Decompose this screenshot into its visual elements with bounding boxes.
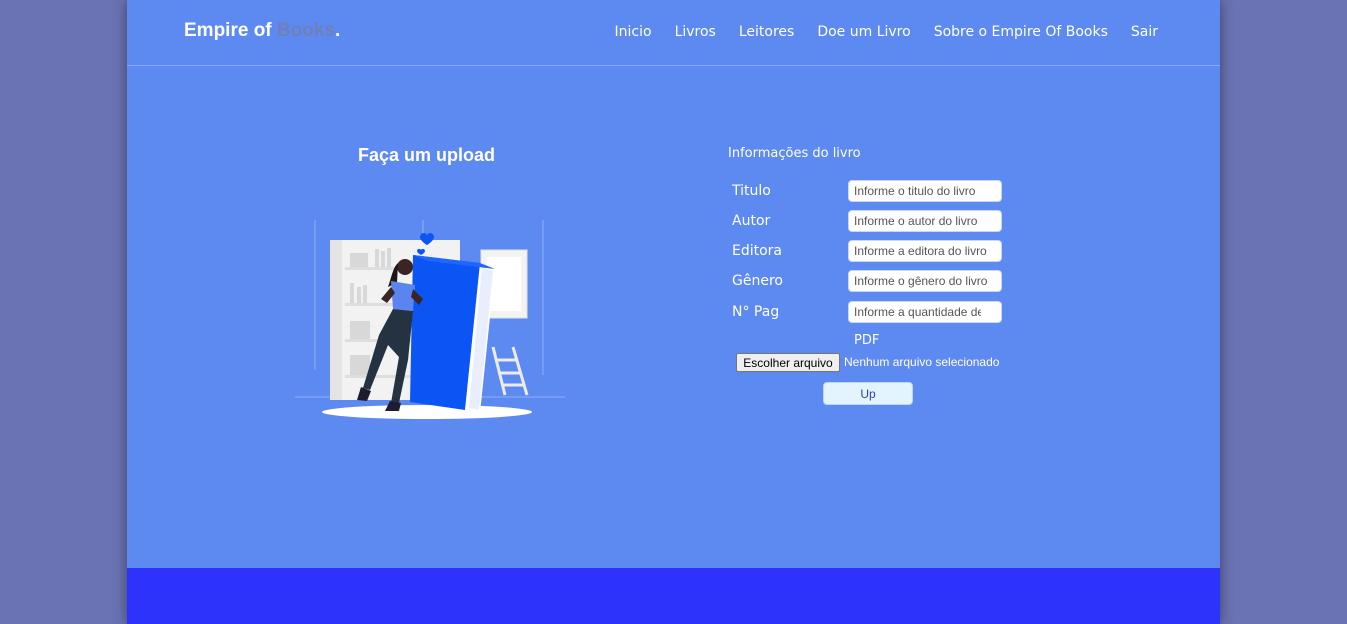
brand-suffix: .	[334, 20, 341, 41]
footer	[127, 568, 1220, 624]
nav-menu: Inicio Livros Leitores Doe um Livro Sobr…	[615, 24, 1158, 40]
upload-submit-button[interactable]: Up	[823, 382, 913, 405]
field-label-editora: Editora	[732, 243, 783, 259]
nav-link-sair[interactable]: Sair	[1131, 24, 1158, 40]
nav-link-leitores[interactable]: Leitores	[739, 24, 794, 40]
field-label-genero: Gênero	[732, 273, 783, 289]
upload-title: Faça um upload	[358, 145, 496, 165]
field-row-editora: Editora	[732, 240, 1012, 264]
navbar: Empire of Books. Inicio Livros Leitores …	[127, 0, 1220, 66]
nav-link-inicio[interactable]: Inicio	[615, 24, 652, 40]
field-label-titulo: Titulo	[732, 183, 771, 199]
field-row-autor: Autor	[732, 210, 1012, 234]
nav-link-livros[interactable]: Livros	[675, 24, 716, 40]
field-label-num-paginas: N° Pag	[732, 304, 780, 320]
brand-logo[interactable]: Empire of Books.	[184, 20, 340, 42]
field-row-num-paginas: N° Pag	[732, 301, 1012, 325]
genero-input[interactable]	[848, 270, 1002, 292]
field-row-titulo: Titulo	[732, 180, 1012, 204]
num-paginas-input[interactable]	[848, 301, 1002, 323]
nav-link-doe-um-livro[interactable]: Doe um Livro	[817, 24, 910, 40]
field-label-autor: Autor	[732, 213, 771, 229]
autor-input[interactable]	[848, 210, 1002, 232]
form-title: Informações do livro	[728, 146, 861, 161]
editora-input[interactable]	[848, 240, 1002, 262]
choose-file-button[interactable]: Escolher arquivo	[736, 353, 840, 372]
pdf-label: PDF	[854, 333, 880, 348]
brand-accent: Books	[276, 20, 335, 41]
page-container: Empire of Books. Inicio Livros Leitores …	[127, 0, 1220, 624]
titulo-input[interactable]	[848, 180, 1002, 202]
field-row-genero: Gênero	[732, 270, 1012, 294]
nav-link-sobre[interactable]: Sobre o Empire Of Books	[934, 24, 1108, 40]
brand-prefix: Empire of	[184, 20, 277, 41]
woman-leaning-on-book-illustration	[295, 220, 565, 419]
file-status-text: Nenhum arquivo selecionado	[844, 355, 1000, 369]
